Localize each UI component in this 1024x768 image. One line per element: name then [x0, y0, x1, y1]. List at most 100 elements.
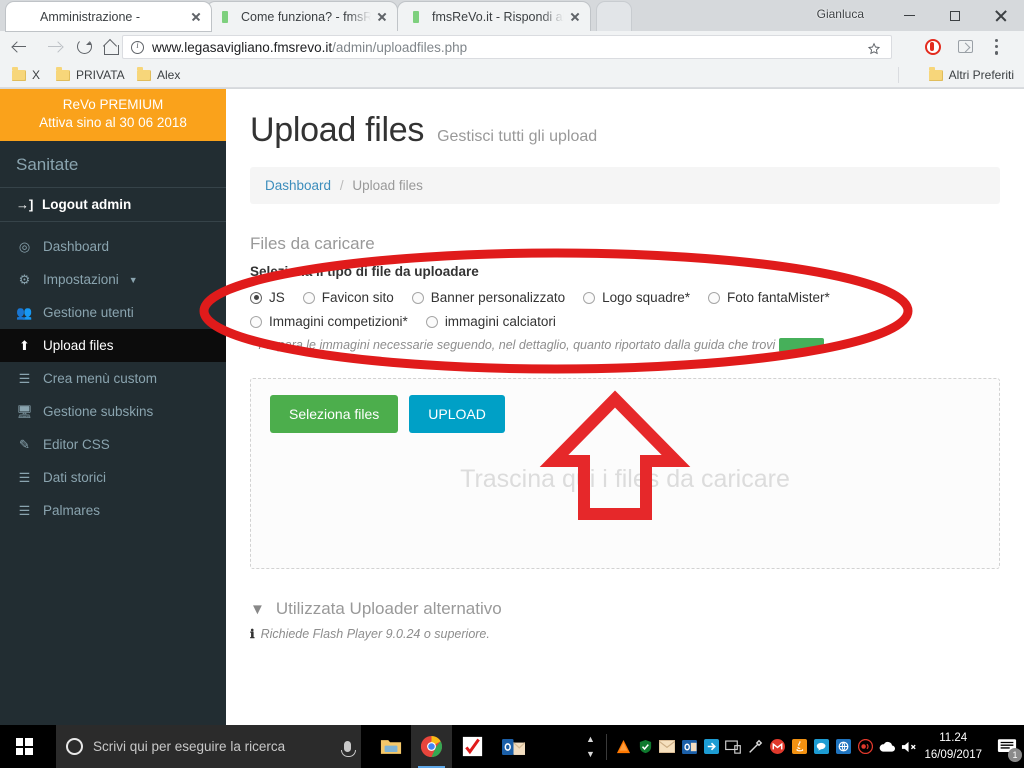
profile-name[interactable]: Gianluca [817, 7, 864, 21]
volume-muted-icon[interactable] [898, 725, 920, 768]
opera-extension-icon[interactable] [925, 39, 941, 55]
audio-rec-icon[interactable] [854, 725, 876, 768]
sidebar-item-impostazioni[interactable]: ⚙ Impostazioni ▼ [0, 263, 226, 296]
select-files-button[interactable]: Seleziona files [270, 395, 399, 433]
browser-tab-3[interactable]: fmsReVo.it - Rispondi al messaggio [398, 2, 590, 31]
file-type-radio-group-row1: JS Favicon sito Banner personalizzato Lo… [250, 290, 1000, 305]
avast-icon[interactable] [612, 725, 634, 768]
cortana-icon[interactable] [66, 738, 83, 755]
bookmark-label: PRIVATA [76, 68, 125, 82]
google-chrome-icon[interactable] [411, 725, 452, 768]
show-hidden-icons-button[interactable]: ▲ ▼ [579, 734, 601, 759]
chevron-down-icon: ▼ [585, 749, 595, 759]
microphone-icon[interactable] [341, 741, 356, 757]
premium-title: ReVo PREMIUM [62, 97, 164, 112]
send-page-icon[interactable] [958, 40, 973, 53]
edit-icon: ✎ [19, 437, 30, 453]
bookmark-label: X [32, 68, 41, 82]
breadcrumb: Dashboard / Upload files [250, 167, 1000, 204]
guide-link[interactable]: qui [779, 338, 825, 352]
flash-note-text: Richiede Flash Player 9.0.24 o superiore… [260, 627, 490, 641]
site-info-icon[interactable] [131, 40, 144, 54]
notification-center-button[interactable]: 1 [990, 725, 1024, 768]
crest-icon [16, 9, 32, 25]
sidebar-item-dashboard[interactable]: ◎ Dashboard [0, 230, 226, 263]
close-window-button[interactable] [978, 0, 1024, 31]
premium-banner: ReVo PREMIUM Attiva sino al 30 06 2018 [0, 89, 226, 142]
close-icon[interactable] [373, 8, 391, 26]
users-icon: 👥 [16, 305, 33, 321]
close-icon[interactable] [187, 8, 205, 26]
outlook-icon[interactable] [493, 725, 534, 768]
bookmark-item[interactable]: PRIVATA [56, 66, 125, 84]
sidebar-item-upload-files[interactable]: ⬆ Upload files [0, 329, 226, 363]
breadcrumb-dashboard[interactable]: Dashboard [265, 178, 331, 193]
radio-option-js[interactable]: JS [250, 290, 285, 305]
start-button[interactable] [0, 725, 48, 768]
radio-button[interactable] [250, 315, 262, 328]
alt-uploader-toggle[interactable]: ▼ Utilizzata Uploader alternativo [250, 599, 1000, 619]
dropzone[interactable]: Seleziona files UPLOAD Trascina qui i fi… [250, 378, 1000, 569]
sidebar-item-editor-css[interactable]: ✎ Editor CSS [0, 428, 226, 461]
tools-icon[interactable] [744, 725, 766, 768]
radio-button[interactable] [411, 291, 424, 304]
sidebar-item-gestione-utenti[interactable]: 👥 Gestione utenti [0, 296, 226, 329]
home-button[interactable] [95, 31, 125, 62]
divider [898, 67, 899, 83]
sidebar-item-gestione-subskins[interactable]: 🖥 Gestione subskins [0, 395, 226, 428]
forward-button[interactable] [39, 31, 69, 62]
sidebar-item-label: Impostazioni [43, 272, 119, 288]
network-icon[interactable] [832, 725, 854, 768]
minimize-button[interactable] [886, 0, 932, 31]
radio-option-banner-personalizzato[interactable]: Banner personalizzato [411, 290, 566, 305]
notification-badge: 1 [1008, 748, 1022, 762]
java-icon[interactable] [788, 725, 810, 768]
other-bookmarks[interactable]: Altri Preferiti [928, 66, 1014, 84]
bookmark-item[interactable]: X [12, 66, 40, 84]
radio-button[interactable] [250, 291, 262, 304]
radio-button[interactable] [583, 291, 596, 304]
gmail-icon[interactable] [766, 725, 788, 768]
radio-button[interactable] [425, 315, 438, 328]
address-bar[interactable]: www.legasavigliano.fmsrevo.it/admin/uplo… [122, 35, 892, 59]
close-icon[interactable] [566, 8, 584, 26]
radio-option-foto-fantamister[interactable]: Foto fantaMister* [707, 290, 830, 305]
search-input[interactable]: Scrivi qui per eseguire la ricerca [56, 725, 361, 768]
back-button[interactable] [4, 31, 34, 62]
logout-button[interactable]: →] Logout admin [0, 187, 226, 223]
chat-icon[interactable] [810, 725, 832, 768]
radio-option-immagini-calciatori[interactable]: immagini calciatori [425, 314, 556, 329]
page-subtitle: Gestisci tutti gli upload [437, 128, 598, 145]
clock[interactable]: 11.24 16/09/2017 [920, 730, 990, 763]
onedrive-icon[interactable] [876, 725, 898, 768]
browser-tab-2[interactable]: Come funziona? - fmsReVo.it [207, 2, 397, 31]
maximize-button[interactable] [932, 0, 978, 31]
outlook-tray-icon[interactable] [678, 725, 700, 768]
upload-button[interactable]: UPLOAD [409, 395, 505, 433]
search-placeholder: Scrivi qui per eseguire la ricerca [93, 739, 286, 754]
chrome-menu-icon[interactable] [995, 39, 999, 55]
radio-button[interactable] [707, 291, 720, 304]
radio-option-favicon-sito[interactable]: Favicon sito [302, 290, 394, 305]
mail-icon[interactable] [656, 725, 678, 768]
chevron-down-icon: ▼ [250, 600, 265, 618]
sidebar-item-crea-menu-custom[interactable]: ☰ Crea menù custom [0, 362, 226, 395]
bookmark-item[interactable]: Alex [137, 66, 180, 84]
logout-label: Logout admin [42, 197, 132, 213]
teamviewer-exit-icon[interactable] [700, 725, 722, 768]
system-tray: ▲ ▼ 11.24 16/09/2017 1 [579, 725, 1024, 768]
sidebar-item-label: Dashboard [43, 239, 110, 255]
browser-tab-1[interactable]: Amministrazione - [6, 2, 211, 31]
display-icon[interactable] [722, 725, 744, 768]
radio-option-immagini-competizioni[interactable]: Immagini competizioni* [250, 314, 408, 329]
bookmark-star-icon[interactable] [867, 42, 881, 56]
sidebar-item-dati-storici[interactable]: ☰ Dati storici [0, 461, 226, 494]
sidebar-item-palmares[interactable]: ☰ Palmares [0, 494, 226, 527]
radio-option-logo-squadre[interactable]: Logo squadre* [583, 290, 690, 305]
checkmark-app-icon[interactable] [452, 725, 493, 768]
file-explorer-icon[interactable] [370, 725, 411, 768]
radio-label: Banner personalizzato [430, 290, 566, 305]
new-tab-button[interactable] [597, 2, 631, 31]
windows-defender-icon[interactable] [634, 725, 656, 768]
radio-button[interactable] [302, 291, 315, 304]
